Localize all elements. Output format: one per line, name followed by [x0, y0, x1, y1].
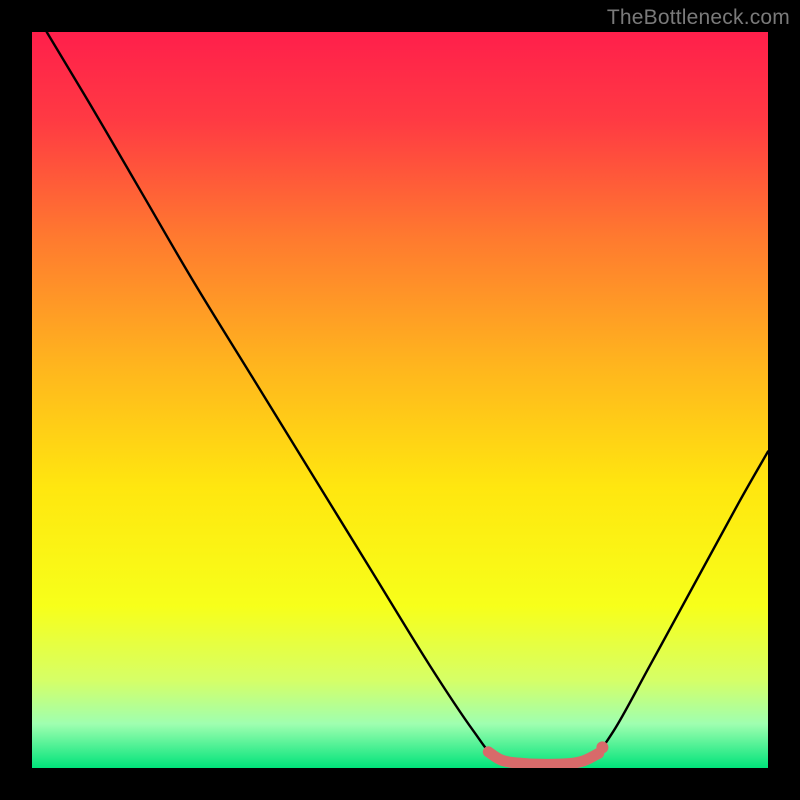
watermark-text: TheBottleneck.com	[607, 6, 790, 30]
chart-frame: TheBottleneck.com	[0, 0, 800, 800]
bottleneck-chart	[32, 32, 768, 768]
highlight-dot	[596, 741, 608, 753]
plot-area	[32, 32, 768, 768]
heatmap-background	[32, 32, 768, 768]
